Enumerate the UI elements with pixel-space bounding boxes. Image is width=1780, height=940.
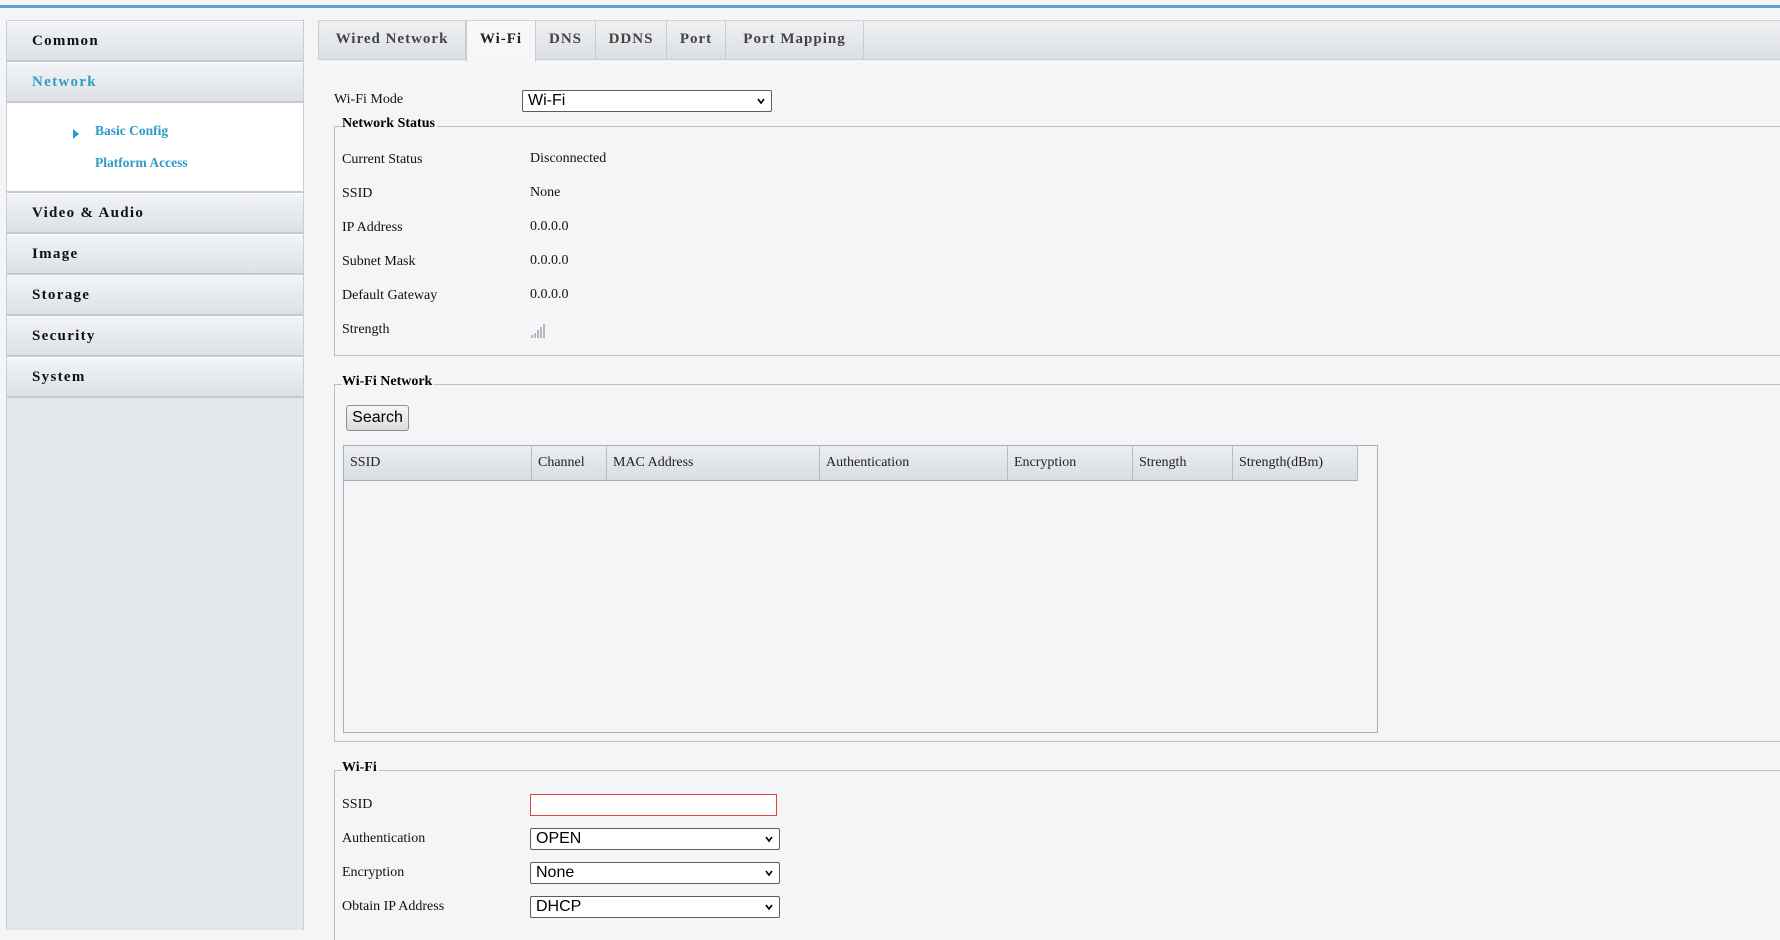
tab-port[interactable]: Port (667, 21, 726, 60)
tab-port-mapping[interactable]: Port Mapping (726, 21, 864, 60)
strength-label: Strength (342, 322, 390, 337)
authentication-label: Authentication (342, 831, 426, 846)
authentication-value: OPEN (536, 830, 582, 847)
column-channel[interactable]: Channel (532, 446, 607, 480)
tab-ddns[interactable]: DDNS (596, 21, 667, 60)
sidebar-item-image[interactable]: Image (7, 234, 303, 275)
encryption-value: None (536, 864, 575, 881)
search-button[interactable]: Search (346, 405, 409, 431)
sidebar-item-video-audio[interactable]: Video & Audio (7, 193, 303, 234)
wifi-mode-label: Wi-Fi Mode (334, 92, 404, 107)
chevron-down-icon (765, 904, 773, 911)
network-status-legend: Network Status (342, 116, 437, 132)
column-strength-dbm[interactable]: Strength(dBm) (1233, 446, 1358, 480)
sidebar-item-network[interactable]: Network (7, 62, 303, 103)
wifi-config-legend: Wi-Fi (342, 760, 379, 776)
chevron-down-icon (757, 98, 765, 105)
ip-address-value: 0.0.0.0 (530, 219, 569, 234)
current-status-value: Disconnected (530, 151, 607, 166)
top-accent-line (0, 5, 1780, 8)
default-gateway-value: 0.0.0.0 (530, 287, 569, 302)
current-status-label: Current Status (342, 152, 423, 167)
obtain-ip-select[interactable]: DHCP (530, 896, 780, 918)
chevron-down-icon (765, 870, 773, 877)
default-gateway-label: Default Gateway (342, 288, 438, 303)
tab-bar: Wired Network Wi-Fi DNS DDNS Port Port M… (318, 20, 1780, 62)
obtain-ip-value: DHCP (536, 898, 582, 915)
wifi-ssid-label: SSID (342, 797, 373, 812)
wifi-network-table: SSID Channel MAC Address Authentication … (343, 445, 1378, 733)
authentication-select[interactable]: OPEN (530, 828, 780, 850)
sidebar-item-common[interactable]: Common (7, 21, 303, 62)
status-ssid-label: SSID (342, 186, 373, 201)
status-ssid-value: None (530, 185, 561, 200)
encryption-label: Encryption (342, 865, 405, 880)
submenu-item-platform-access[interactable]: Platform Access (95, 155, 188, 171)
sidebar-item-security[interactable]: Security (7, 316, 303, 357)
tab-dns[interactable]: DNS (536, 21, 596, 60)
chevron-down-icon (765, 836, 773, 843)
submenu-item-basic-config[interactable]: Basic Config (95, 123, 168, 139)
column-encryption[interactable]: Encryption (1008, 446, 1133, 480)
sidebar: Common Network Basic Config Platform Acc… (6, 20, 304, 930)
column-strength[interactable]: Strength (1133, 446, 1233, 480)
wifi-network-legend: Wi-Fi Network (342, 374, 435, 390)
ip-address-label: IP Address (342, 220, 403, 235)
tab-wifi[interactable]: Wi-Fi (466, 21, 536, 62)
column-ssid[interactable]: SSID (344, 446, 532, 480)
encryption-select[interactable]: None (530, 862, 780, 884)
subnet-mask-label: Subnet Mask (342, 254, 416, 269)
column-mac-address[interactable]: MAC Address (607, 446, 820, 480)
wifi-mode-value: Wi-Fi (528, 92, 566, 109)
obtain-ip-label: Obtain IP Address (342, 899, 445, 914)
signal-bars-icon (531, 323, 551, 338)
sidebar-item-system[interactable]: System (7, 357, 303, 398)
column-authentication[interactable]: Authentication (820, 446, 1008, 480)
tab-wired-network[interactable]: Wired Network (319, 21, 466, 60)
ssid-input[interactable] (530, 794, 777, 816)
sidebar-item-storage[interactable]: Storage (7, 275, 303, 316)
wifi-mode-select[interactable]: Wi-Fi (522, 90, 772, 112)
network-submenu: Basic Config Platform Access (7, 103, 303, 193)
table-header: SSID Channel MAC Address Authentication … (344, 446, 1358, 481)
caret-right-icon (73, 129, 79, 139)
subnet-mask-value: 0.0.0.0 (530, 253, 569, 268)
